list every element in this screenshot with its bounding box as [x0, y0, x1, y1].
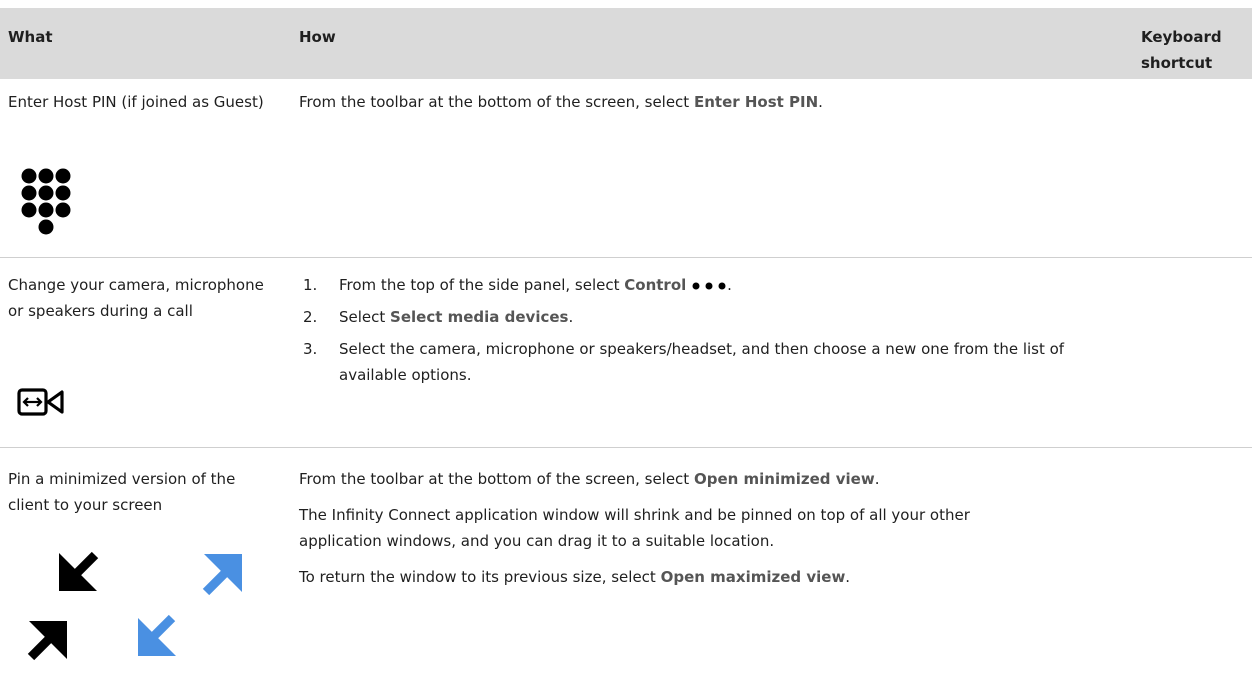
ui-label-open-minimized-view: Open minimized view: [693, 470, 875, 488]
table-row-change-media-devices: Change your camera, microphone or speake…: [0, 257, 1252, 448]
how-suffix: .: [845, 568, 851, 586]
step-text: Select the camera, microphone or speaker…: [339, 340, 1065, 384]
ui-label-control: Control: [624, 276, 687, 294]
keypad-icon: [21, 168, 71, 235]
how-paragraph: From the toolbar at the bottom of the sc…: [299, 466, 1119, 492]
how-cell: From the toolbar at the bottom of the sc…: [299, 466, 1119, 590]
step-suffix: .: [568, 308, 574, 326]
table-row-enter-host-pin: Enter Host PIN (if joined as Guest) From…: [0, 79, 1252, 257]
how-text: To return the window to its previous siz…: [299, 568, 661, 586]
ui-label-open-maximized-view: Open maximized view: [660, 568, 846, 586]
header-how: How: [299, 28, 336, 46]
step-number: 2.: [303, 308, 318, 326]
what-cell: Change your camera, microphone or speake…: [8, 272, 276, 324]
step-text: From the top of the side panel, select: [339, 276, 625, 294]
how-text: From the toolbar at the bottom of the sc…: [299, 93, 694, 111]
what-text: Enter Host PIN (if joined as Guest): [8, 93, 264, 111]
switch-camera-icon: [17, 388, 64, 416]
list-item: 2. Select Select media devices.: [299, 304, 1119, 330]
header-keyboard-shortcut: Keyboard shortcut: [1141, 28, 1222, 72]
how-text: From the toolbar at the bottom of the sc…: [299, 470, 694, 488]
what-cell: Pin a minimized version of the client to…: [8, 466, 258, 518]
header-what: What: [8, 28, 53, 46]
what-cell: Enter Host PIN (if joined as Guest): [8, 89, 276, 115]
how-paragraph: The Infinity Connect application window …: [299, 506, 970, 550]
maximize-arrows-icon: [138, 554, 242, 656]
list-item: 3. Select the camera, microphone or spea…: [299, 336, 1099, 388]
minimize-arrows-icon: [27, 551, 99, 661]
how-cell: 1. From the top of the side panel, selec…: [299, 272, 1119, 394]
more-dots-icon: [692, 282, 726, 289]
step-number: 1.: [303, 276, 318, 294]
how-suffix: .: [874, 470, 880, 488]
ui-label-enter-host-pin: Enter Host PIN: [693, 93, 819, 111]
how-paragraph: To return the window to its previous siz…: [299, 564, 1119, 590]
how-suffix: .: [818, 93, 823, 111]
how-cell: From the toolbar at the bottom of the sc…: [299, 89, 1119, 115]
table-row-pin-minimized: Pin a minimized version of the client to…: [0, 447, 1252, 666]
step-text: Select: [339, 308, 391, 326]
ui-label-select-media-devices: Select media devices: [390, 308, 569, 326]
what-text: Pin a minimized version of the client to…: [8, 470, 236, 514]
table-header: What How Keyboard shortcut: [0, 8, 1252, 79]
what-text: Change your camera, microphone or speake…: [8, 276, 264, 320]
steps-list: 1. From the top of the side panel, selec…: [299, 272, 1119, 388]
list-item: 1. From the top of the side panel, selec…: [299, 272, 1119, 298]
step-number: 3.: [303, 340, 318, 358]
step-suffix: .: [727, 276, 732, 294]
